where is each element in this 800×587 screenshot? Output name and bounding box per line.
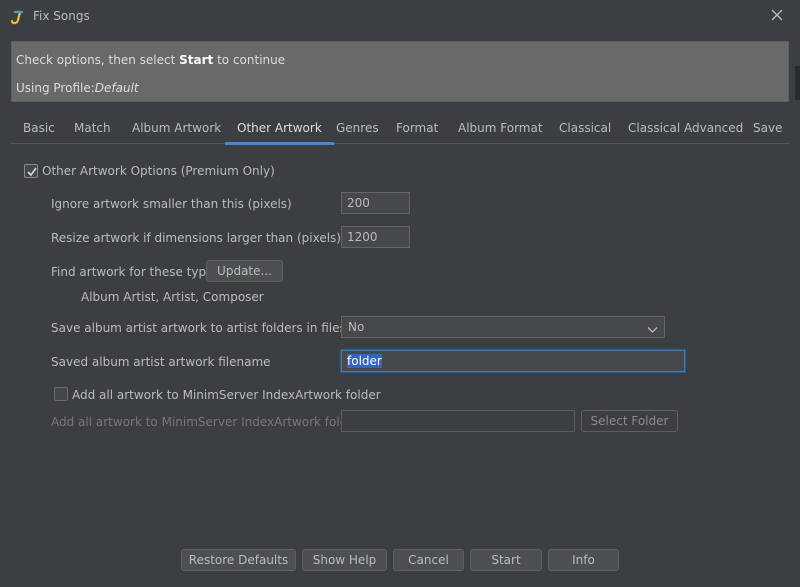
profile-name: Default <box>94 81 139 95</box>
minimserver-folder-label: Add all artwork to MinimServer IndexArtw… <box>51 415 360 429</box>
close-button[interactable] <box>764 4 790 28</box>
other-artwork-options-label: Other Artwork Options (Premium Only) <box>42 164 275 178</box>
chevron-down-icon <box>647 323 658 337</box>
title-bar: Fix Songs <box>0 0 800 34</box>
instruction-prefix: Check options, then select <box>16 53 180 67</box>
ignore-smaller-input[interactable]: 200 <box>341 192 410 214</box>
other-artwork-options-checkbox[interactable] <box>24 164 38 178</box>
instruction-suffix: to continue <box>213 53 286 67</box>
tab-format[interactable]: Format <box>384 112 450 144</box>
window-title: Fix Songs <box>33 9 90 23</box>
start-button[interactable]: Start <box>470 549 542 571</box>
cancel-button[interactable]: Cancel <box>393 549 464 571</box>
update-types-button[interactable]: Update... <box>206 260 283 282</box>
instruction-text: Check options, then select Start to cont… <box>16 53 285 67</box>
tab-classical[interactable]: Classical <box>547 112 623 144</box>
minimserver-folder-input[interactable] <box>341 410 575 432</box>
tab-match[interactable]: Match <box>62 112 123 144</box>
show-help-button[interactable]: Show Help <box>302 549 387 571</box>
jaikoz-logo-icon <box>8 8 26 26</box>
saved-filename-input[interactable]: folder <box>341 350 685 372</box>
resize-larger-label: Resize artwork if dimensions larger than… <box>51 231 341 245</box>
saved-filename-value: folder <box>347 354 382 368</box>
save-to-artist-folders-select[interactable]: No <box>341 316 665 338</box>
save-to-artist-folders-label: Save album artist artwork to artist fold… <box>51 321 383 335</box>
select-folder-button[interactable]: Select Folder <box>581 410 678 432</box>
add-minimserver-checkbox[interactable] <box>54 387 68 401</box>
profile-text: Using Profile:Default <box>16 81 139 95</box>
checkmark-icon <box>27 167 37 177</box>
instruction-panel: Check options, then select Start to cont… <box>11 41 789 102</box>
find-artwork-types-label: Find artwork for these types: <box>51 265 224 279</box>
saved-filename-label: Saved album artist artwork filename <box>51 355 271 369</box>
tab-album-format[interactable]: Album Format <box>446 112 555 144</box>
profile-prefix: Using Profile: <box>16 81 95 95</box>
tab-save[interactable]: Save <box>741 112 794 144</box>
tab-other-artwork[interactable]: Other Artwork <box>225 112 334 145</box>
instruction-bold: Start <box>179 53 214 67</box>
window-edge <box>795 66 800 100</box>
info-button[interactable]: Info <box>548 549 619 571</box>
artwork-types-list: Album Artist, Artist, Composer <box>81 290 264 304</box>
tab-basic[interactable]: Basic <box>11 112 67 144</box>
resize-larger-input[interactable]: 1200 <box>341 226 410 248</box>
restore-defaults-button[interactable]: Restore Defaults <box>181 549 296 571</box>
save-to-artist-folders-value: No <box>348 320 365 334</box>
close-icon <box>771 9 783 24</box>
tab-bar: Basic Match Album Artwork Other Artwork … <box>11 112 789 145</box>
tab-classical-advanced[interactable]: Classical Advanced <box>616 112 755 144</box>
add-minimserver-checkbox-label: Add all artwork to MinimServer IndexArtw… <box>72 388 381 402</box>
ignore-smaller-label: Ignore artwork smaller than this (pixels… <box>51 197 292 211</box>
tab-genres[interactable]: Genres <box>324 112 391 144</box>
tab-album-artwork[interactable]: Album Artwork <box>120 112 233 144</box>
